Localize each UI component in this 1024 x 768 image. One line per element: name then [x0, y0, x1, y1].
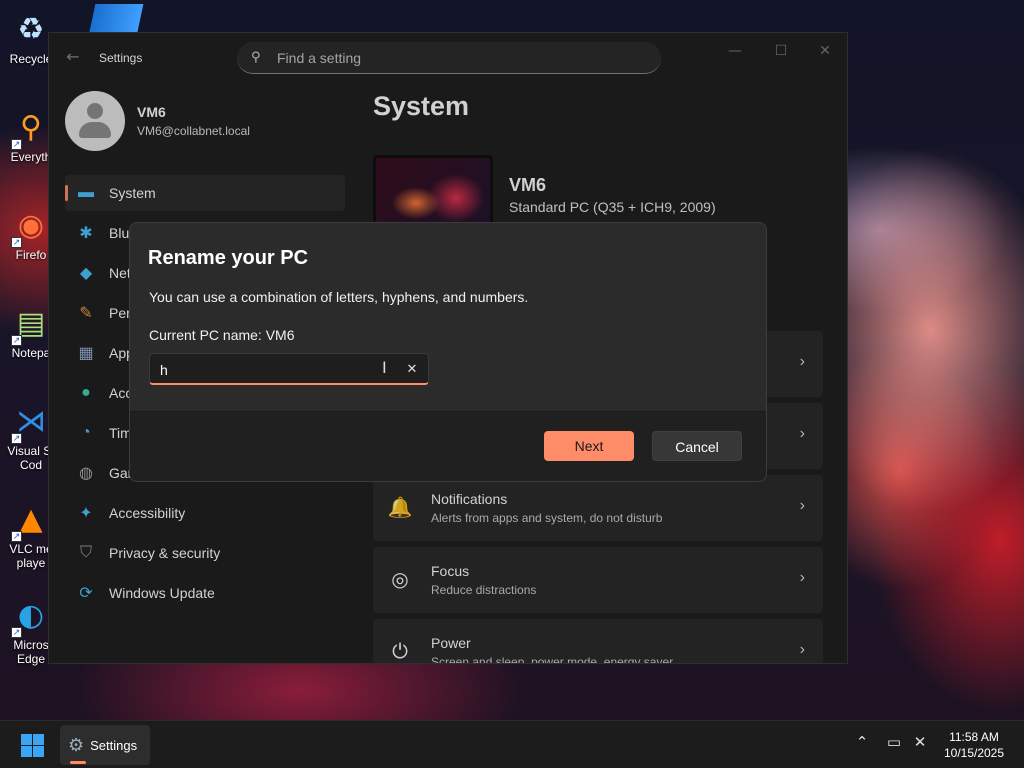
desktop-icon-label: Notepa: [11, 346, 51, 360]
dialog-title: Rename your PC: [148, 247, 309, 269]
network-icon[interactable]: ▭: [884, 733, 904, 751]
windows-logo-icon: [21, 734, 32, 745]
shortcut-arrow-icon: ↗: [11, 627, 22, 638]
desktop-icon-label: Recycle: [9, 52, 53, 66]
desktop-app-icon: ⚲ ↗: [11, 110, 42, 150]
shortcut-arrow-icon: ↗: [11, 237, 22, 248]
clear-icon[interactable]: ✕: [402, 359, 422, 379]
taskbar-settings-app[interactable]: ⚙ Settings: [60, 725, 150, 765]
desktop-app-icon: ▤ ↗: [11, 306, 46, 346]
next-button[interactable]: Next: [544, 431, 634, 461]
cancel-button[interactable]: Cancel: [652, 431, 742, 461]
desktop-app-icon: ⋊ ↗: [11, 404, 46, 444]
volume-muted-icon[interactable]: ✕: [910, 733, 930, 751]
taskbar: ⚙ Settings ⌃ ▭ ✕ 11:58 AM 10/15/2025: [0, 720, 1024, 768]
rename-pc-dialog: Rename your PC You can use a combination…: [129, 222, 767, 482]
desktop-app-icon: ♻: [17, 12, 45, 47]
shortcut-arrow-icon: ↗: [11, 531, 22, 542]
clock-time: 11:58 AM: [949, 730, 999, 744]
shortcut-arrow-icon: ↗: [11, 335, 22, 346]
pc-name-input[interactable]: [160, 360, 350, 380]
gear-icon: ⚙: [68, 734, 85, 755]
dialog-description: You can use a combination of letters, hy…: [149, 289, 529, 305]
desktop-app-icon: ▲ ↗: [11, 502, 43, 542]
desktop-app-icon: ◐ ↗: [11, 598, 45, 638]
chevron-up-icon[interactable]: ⌃: [852, 733, 872, 751]
taskbar-settings-label: Settings: [90, 737, 138, 753]
clock[interactable]: 11:58 AM 10/15/2025: [938, 729, 1010, 761]
start-button[interactable]: [14, 731, 50, 759]
dialog-footer: Next Cancel: [130, 411, 766, 481]
desktop-app-icon: ◉ ↗: [11, 208, 45, 248]
text-cursor-icon: I: [382, 358, 387, 377]
desktop-icon-label: Everyth: [10, 150, 52, 164]
desktop-icon-label: Firefo: [15, 248, 47, 262]
shortcut-arrow-icon: ↗: [11, 139, 22, 150]
pc-name-field[interactable]: I ✕: [149, 353, 429, 385]
current-pc-name: Current PC name: VM6: [149, 327, 295, 343]
shortcut-arrow-icon: ↗: [11, 433, 22, 444]
clock-date: 10/15/2025: [943, 746, 1005, 760]
